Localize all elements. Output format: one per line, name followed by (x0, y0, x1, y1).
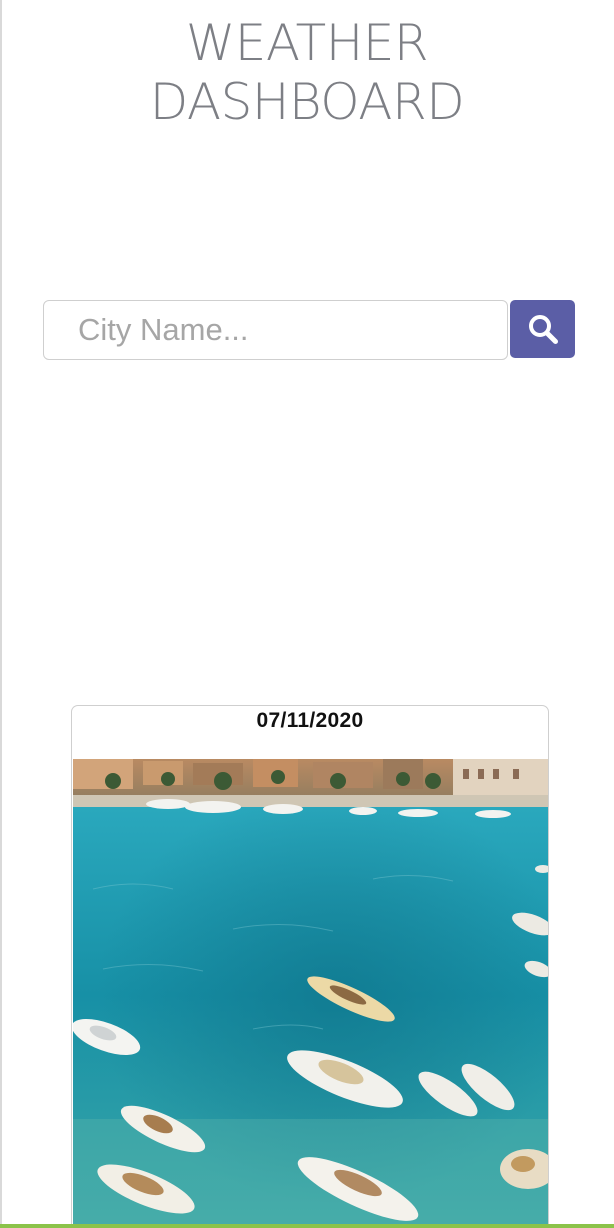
search-icon (529, 315, 558, 344)
search-form (43, 300, 576, 362)
city-search-input[interactable] (43, 300, 508, 360)
page-title: WEATHER DASHBOARD (0, 14, 614, 132)
page-bottom-border (0, 1224, 614, 1228)
forecast-date: 07/11/2020 (256, 709, 364, 732)
forecast-card: 07/11/2020 (71, 705, 549, 1225)
harbor-photo (73, 759, 548, 1225)
page-title-line-1: WEATHER (185, 14, 429, 72)
page-title-line-2: DASHBOARD (149, 73, 465, 131)
page-left-border (0, 0, 2, 1228)
search-button[interactable] (510, 300, 575, 358)
